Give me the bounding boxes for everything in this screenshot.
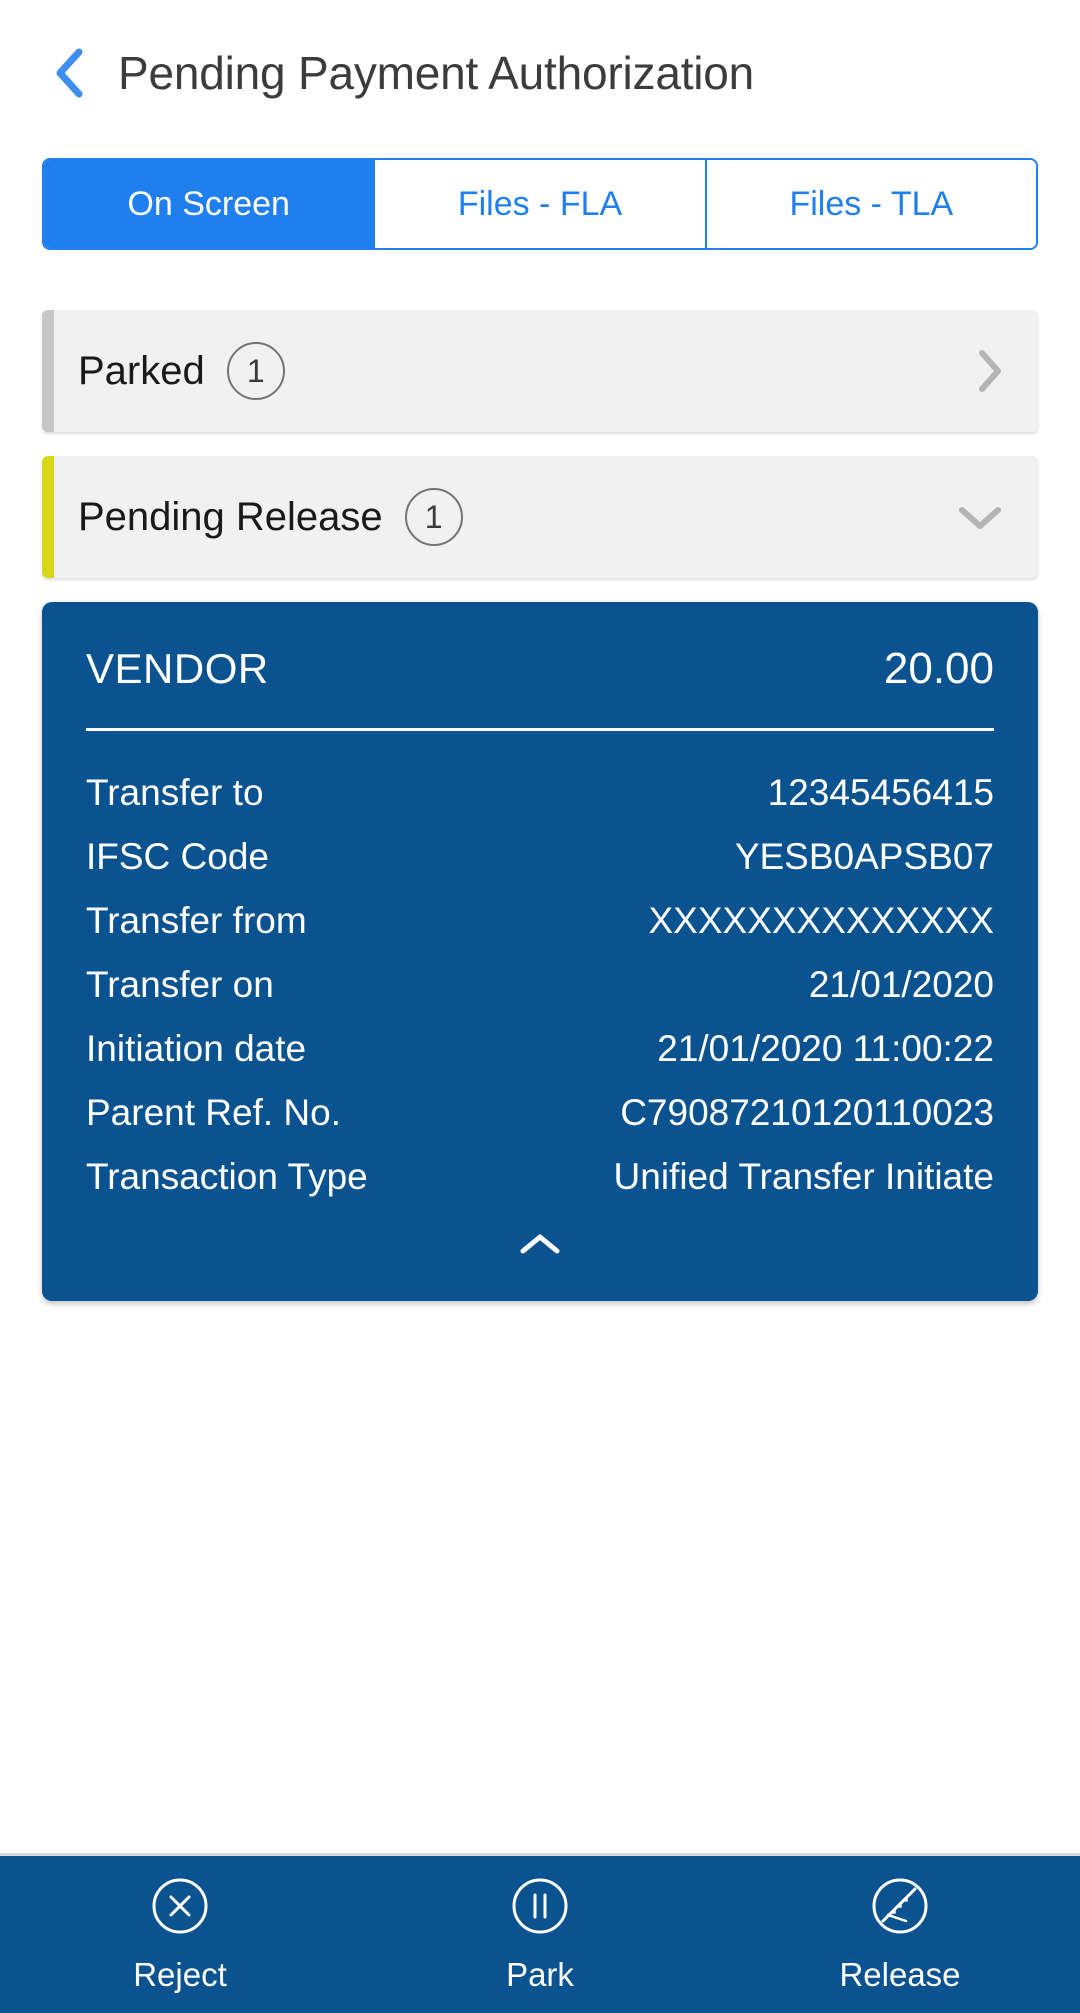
detail-label: Transfer from xyxy=(86,900,307,942)
tab-on-screen[interactable]: On Screen xyxy=(44,160,375,248)
page-title: Pending Payment Authorization xyxy=(118,46,754,100)
circle-pause-icon xyxy=(509,1875,571,1942)
chevron-up-icon xyxy=(517,1231,563,1262)
detail-value: YESB0APSB07 xyxy=(735,836,994,878)
detail-value: 12345456415 xyxy=(768,772,994,814)
app-screen: Pending Payment Authorization On Screen … xyxy=(0,0,1080,2013)
tab-files-tla[interactable]: Files - TLA xyxy=(707,160,1036,248)
bottom-action-bar: Reject Park xyxy=(0,1853,1080,2013)
vendor-label: VENDOR xyxy=(86,645,269,693)
detail-value: 21/01/2020 xyxy=(809,964,994,1006)
detail-row: Transfer on 21/01/2020 xyxy=(86,953,994,1017)
detail-value: Unified Transfer Initiate xyxy=(614,1156,994,1198)
accordion-pending-release[interactable]: Pending Release 1 xyxy=(42,456,1038,578)
detail-label: Transaction Type xyxy=(86,1156,368,1198)
detail-label: IFSC Code xyxy=(86,836,269,878)
detail-value: XXXXXXXXXXXXXX xyxy=(648,900,994,942)
circle-release-icon xyxy=(869,1875,931,1942)
circle-x-icon xyxy=(149,1875,211,1942)
tab-label: On Screen xyxy=(127,185,290,224)
accordion-list: Parked 1 Pending Release 1 xyxy=(42,310,1038,578)
detail-label: Transfer to xyxy=(86,772,264,814)
accordion-parked[interactable]: Parked 1 xyxy=(42,310,1038,432)
detail-label: Parent Ref. No. xyxy=(86,1092,341,1134)
tab-bar: On Screen Files - FLA Files - TLA xyxy=(42,158,1038,250)
accordion-count-badge: 1 xyxy=(227,342,285,400)
detail-row: Transfer to 12345456415 xyxy=(86,761,994,825)
card-divider xyxy=(86,728,994,731)
detail-value: C79087210120110023 xyxy=(620,1092,994,1134)
reject-button[interactable]: Reject xyxy=(0,1875,360,1994)
card-header: VENDOR 20.00 xyxy=(86,644,994,694)
detail-label: Initiation date xyxy=(86,1028,306,1070)
accordion-count-badge: 1 xyxy=(405,488,463,546)
action-label: Reject xyxy=(133,1956,227,1994)
page-header: Pending Payment Authorization xyxy=(0,0,1080,112)
detail-value: 21/01/2020 11:00:22 xyxy=(657,1028,994,1070)
amount-value: 20.00 xyxy=(884,644,994,694)
tab-label: Files - FLA xyxy=(458,185,622,224)
park-button[interactable]: Park xyxy=(360,1875,720,1994)
card-collapse-button[interactable] xyxy=(86,1209,994,1283)
chevron-down-icon[interactable] xyxy=(956,502,1004,532)
chevron-left-icon xyxy=(52,46,86,100)
status-accent-bar xyxy=(42,310,54,432)
back-button[interactable] xyxy=(42,46,96,100)
detail-row: Initiation date 21/01/2020 11:00:22 xyxy=(86,1017,994,1081)
status-accent-bar xyxy=(42,456,54,578)
detail-row: Transfer from XXXXXXXXXXXXXX xyxy=(86,889,994,953)
action-label: Release xyxy=(839,1956,960,1994)
detail-row: Transaction Type Unified Transfer Initia… xyxy=(86,1145,994,1209)
detail-label: Transfer on xyxy=(86,964,274,1006)
accordion-label: Pending Release xyxy=(78,495,383,540)
chevron-right-icon[interactable] xyxy=(974,347,1004,395)
tab-files-fla[interactable]: Files - FLA xyxy=(375,160,706,248)
action-label: Park xyxy=(506,1956,574,1994)
tab-label: Files - TLA xyxy=(789,185,953,224)
accordion-label: Parked xyxy=(78,349,205,394)
detail-row: IFSC Code YESB0APSB07 xyxy=(86,825,994,889)
release-button[interactable]: Release xyxy=(720,1875,1080,1994)
detail-row: Parent Ref. No. C79087210120110023 xyxy=(86,1081,994,1145)
transaction-card: VENDOR 20.00 Transfer to 12345456415 IFS… xyxy=(42,602,1038,1301)
